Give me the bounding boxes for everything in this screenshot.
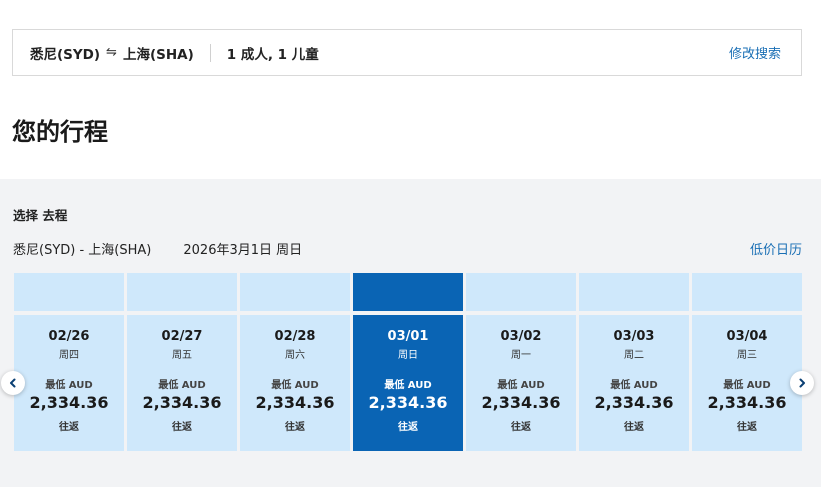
date-label: 02/26 bbox=[48, 329, 90, 344]
weekday-label: 周五 bbox=[172, 350, 192, 361]
price-value: 2,334.36 bbox=[255, 393, 335, 412]
date-label: 02/28 bbox=[274, 329, 316, 344]
lowest-price-label: 最低 AUD bbox=[384, 380, 432, 391]
date-option-card: 02/27 周五 最低 AUD 2,334.36 往返 bbox=[127, 315, 237, 451]
date-label: 03/01 bbox=[387, 329, 429, 344]
trip-type-label: 往返 bbox=[624, 422, 644, 433]
lowest-price-label: 最低 AUD bbox=[158, 380, 206, 391]
next-dates-button[interactable] bbox=[790, 371, 814, 395]
date-option-0303[interactable]: 03/03 周二 最低 AUD 2,334.36 往返 bbox=[579, 273, 689, 451]
date-label: 02/27 bbox=[161, 329, 203, 344]
passenger-count: 1 成人, 1 儿童 bbox=[226, 46, 319, 63]
trip-type-label: 往返 bbox=[285, 422, 305, 433]
date-option-card: 03/03 周二 最低 AUD 2,334.36 往返 bbox=[579, 315, 689, 451]
date-option-header bbox=[466, 273, 576, 311]
lowest-price-label: 最低 AUD bbox=[271, 380, 319, 391]
price-value: 2,334.36 bbox=[29, 393, 109, 412]
lowest-price-label: 最低 AUD bbox=[45, 380, 93, 391]
weekday-label: 周二 bbox=[624, 350, 644, 361]
date-option-header bbox=[14, 273, 124, 311]
destination-city: 上海(SHA) bbox=[122, 46, 194, 63]
weekday-label: 周一 bbox=[511, 350, 531, 361]
trip-type-label: 往返 bbox=[59, 422, 79, 433]
low-price-calendar-link[interactable]: 低价日历 bbox=[750, 239, 802, 258]
lowest-price-label: 最低 AUD bbox=[610, 380, 658, 391]
trip-type-label: 往返 bbox=[737, 422, 757, 433]
swap-arrows-icon: ⇋ bbox=[106, 45, 117, 60]
date-option-0227[interactable]: 02/27 周五 最低 AUD 2,334.36 往返 bbox=[127, 273, 237, 451]
date-label: 03/03 bbox=[613, 329, 655, 344]
price-value: 2,334.36 bbox=[481, 393, 561, 412]
lowest-price-label: 最低 AUD bbox=[497, 380, 545, 391]
page-title: 您的行程 bbox=[12, 118, 108, 146]
search-route: 悉尼(SYD) ⇋ 上海(SHA) bbox=[30, 43, 194, 63]
date-option-card: 03/01 周日 最低 AUD 2,334.36 往返 bbox=[353, 315, 463, 451]
lowest-price-label: 最低 AUD bbox=[723, 380, 771, 391]
outbound-date: 2026年3月1日 周日 bbox=[183, 243, 303, 258]
trip-type-label: 往返 bbox=[398, 422, 418, 433]
date-option-0302[interactable]: 03/02 周一 最低 AUD 2,334.36 往返 bbox=[466, 273, 576, 451]
chevron-right-icon bbox=[799, 378, 805, 388]
trip-type-label: 往返 bbox=[172, 422, 192, 433]
date-option-card: 02/26 周四 最低 AUD 2,334.36 往返 bbox=[14, 315, 124, 451]
outbound-section: 选择 去程 悉尼(SYD) - 上海(SHA) 2026年3月1日 周日 低价日历… bbox=[0, 179, 821, 487]
date-option-header bbox=[692, 273, 802, 311]
weekday-label: 周三 bbox=[737, 350, 757, 361]
date-option-header bbox=[127, 273, 237, 311]
date-option-0226[interactable]: 02/26 周四 最低 AUD 2,334.36 往返 bbox=[14, 273, 124, 451]
date-selector: 02/26 周四 最低 AUD 2,334.36 往返 02/27 周五 最低 … bbox=[14, 273, 802, 451]
date-option-card: 02/28 周六 最低 AUD 2,334.36 往返 bbox=[240, 315, 350, 451]
trip-type-label: 往返 bbox=[511, 422, 531, 433]
date-option-0301-selected[interactable]: 03/01 周日 最低 AUD 2,334.36 往返 bbox=[353, 273, 463, 451]
date-option-0228[interactable]: 02/28 周六 最低 AUD 2,334.36 往返 bbox=[240, 273, 350, 451]
previous-dates-button[interactable] bbox=[1, 371, 25, 395]
date-option-header bbox=[353, 273, 463, 311]
origin-city: 悉尼(SYD) bbox=[30, 46, 101, 63]
price-value: 2,334.36 bbox=[368, 393, 448, 412]
search-summary-bar: 悉尼(SYD) ⇋ 上海(SHA) 1 成人, 1 儿童 修改搜索 bbox=[12, 29, 802, 76]
date-option-header bbox=[579, 273, 689, 311]
price-value: 2,334.36 bbox=[142, 393, 222, 412]
summary-divider bbox=[209, 43, 211, 62]
date-option-header bbox=[240, 273, 350, 311]
date-label: 03/02 bbox=[500, 329, 542, 344]
outbound-route-line: 悉尼(SYD) - 上海(SHA) 2026年3月1日 周日 bbox=[13, 239, 302, 258]
outbound-section-label: 选择 去程 bbox=[13, 208, 68, 223]
price-value: 2,334.36 bbox=[594, 393, 674, 412]
weekday-label: 周四 bbox=[59, 350, 79, 361]
date-option-card: 03/02 周一 最低 AUD 2,334.36 往返 bbox=[466, 315, 576, 451]
date-option-0304[interactable]: 03/04 周三 最低 AUD 2,334.36 往返 bbox=[692, 273, 802, 451]
modify-search-link[interactable]: 修改搜索 bbox=[729, 43, 781, 62]
date-option-card: 03/04 周三 最低 AUD 2,334.36 往返 bbox=[692, 315, 802, 451]
price-value: 2,334.36 bbox=[707, 393, 787, 412]
weekday-label: 周日 bbox=[398, 350, 418, 361]
weekday-label: 周六 bbox=[285, 350, 305, 361]
date-label: 03/04 bbox=[726, 329, 768, 344]
outbound-route: 悉尼(SYD) - 上海(SHA) bbox=[13, 243, 152, 258]
chevron-left-icon bbox=[10, 378, 16, 388]
